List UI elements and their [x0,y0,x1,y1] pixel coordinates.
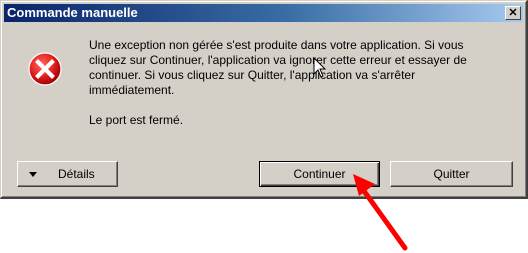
continue-label: Continuer [293,167,346,181]
error-icon [28,52,62,86]
details-label: Détails [58,167,95,181]
error-dialog: Commande manuelle ✕ Une exception non gé… [0,0,528,199]
triangle-down-icon [29,172,37,177]
close-button[interactable]: ✕ [505,6,521,20]
error-detail: Le port est fermé. [89,113,184,127]
title-bar[interactable]: Commande manuelle ✕ [4,4,523,22]
mouse-cursor-icon [313,57,327,78]
window-title: Commande manuelle [7,5,138,20]
quit-label: Quitter [433,167,470,181]
message-area: Une exception non gérée s'est produite d… [89,38,484,128]
red-arrow-annotation [353,174,408,251]
details-button[interactable]: Détails [17,161,118,187]
error-message: Une exception non gérée s'est produite d… [89,38,467,97]
close-icon: ✕ [508,7,518,19]
